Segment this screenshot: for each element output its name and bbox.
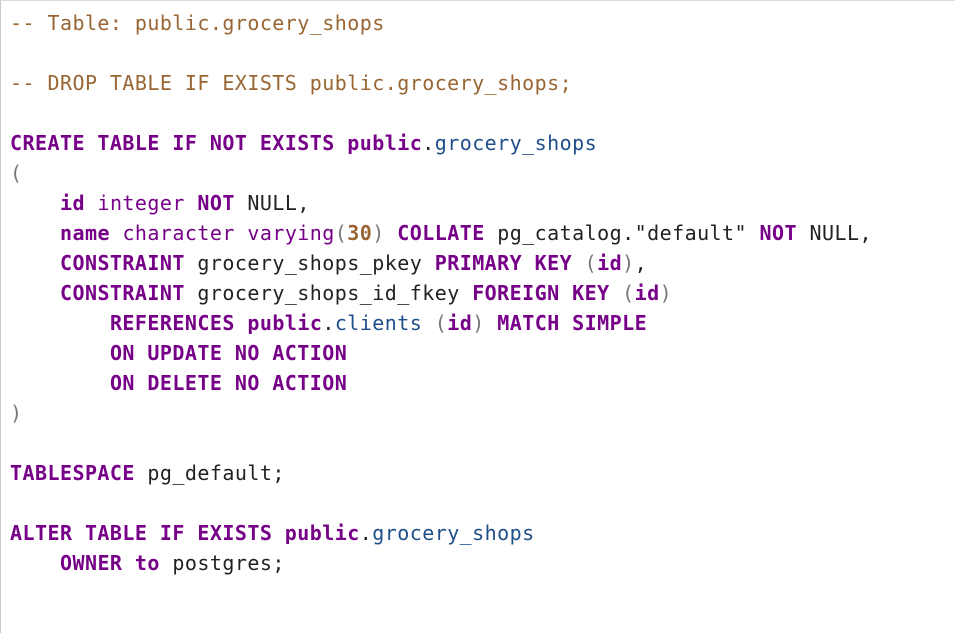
code-token-keyword: CONSTRAINT xyxy=(59,281,185,305)
code-token-name: clients xyxy=(334,311,423,335)
code-line[interactable]: ON UPDATE NO ACTION xyxy=(10,338,872,368)
code-token-keyword: CREATE TABLE IF NOT EXISTS public xyxy=(10,131,423,155)
code-token-bracket: ( xyxy=(622,281,635,305)
code-line[interactable]: ​ xyxy=(10,488,872,518)
code-token-plain: pg_catalog."default" xyxy=(484,221,760,245)
code-token-name: grocery_shops xyxy=(434,131,598,155)
code-token-bracket: ) xyxy=(659,281,673,305)
code-token-bracket: ) xyxy=(10,401,23,425)
code-token-plain: grocery_shops_id_fkey xyxy=(184,281,473,305)
code-token-keyword: MATCH SIMPLE xyxy=(497,311,648,335)
code-line[interactable]: name character varying(30) COLLATE pg_ca… xyxy=(10,218,872,248)
code-token-bracket: ( xyxy=(334,221,348,245)
code-token-comment: -- Table: public.grocery_shops xyxy=(10,11,385,35)
code-line[interactable]: ​ xyxy=(10,428,872,458)
code-token-keyword: PRIMARY KEY xyxy=(434,251,573,275)
code-token-keyword: public xyxy=(247,311,323,335)
code-token-bracket: ( xyxy=(10,161,23,185)
code-token-type: integer xyxy=(97,191,185,215)
code-line[interactable]: CONSTRAINT grocery_shops_pkey PRIMARY KE… xyxy=(10,248,872,278)
code-token-plain: , xyxy=(634,251,648,275)
code-line[interactable]: TABLESPACE pg_default; xyxy=(10,458,872,488)
code-token-keyword: NOT xyxy=(197,191,235,215)
code-token-keyword: name xyxy=(59,221,110,245)
code-line[interactable]: ) xyxy=(10,398,872,428)
code-content[interactable]: -- Table: public.grocery_shops ​ -- DROP T… xyxy=(10,8,872,578)
code-token-plain: . xyxy=(422,131,435,155)
code-line[interactable]: ALTER TABLE IF EXISTS public.grocery_sho… xyxy=(10,518,872,548)
code-line[interactable]: OWNER to postgres; xyxy=(10,548,872,578)
code-token-keyword: NOT xyxy=(759,221,798,245)
code-token-keyword: id xyxy=(59,191,85,215)
code-token-name: grocery_shops xyxy=(372,521,535,545)
code-token-keyword: id xyxy=(597,251,623,275)
code-token-keyword: id xyxy=(634,281,660,305)
code-token-bracket: ) xyxy=(472,311,485,335)
code-token-plain: NULL, xyxy=(797,221,872,245)
code-token-keyword: id xyxy=(447,311,473,335)
code-token-comment: -- DROP TABLE IF EXISTS public.grocery_s… xyxy=(10,71,573,95)
code-token-bracket: ) xyxy=(372,221,385,245)
code-token-keyword: ON DELETE NO ACTION xyxy=(109,371,348,395)
code-token-plain: . xyxy=(359,521,373,545)
code-token-plain: NULL, xyxy=(234,191,310,215)
code-token-keyword: CONSTRAINT xyxy=(59,251,185,275)
code-line[interactable]: -- DROP TABLE IF EXISTS public.grocery_s… xyxy=(10,68,872,98)
code-token-keyword: OWNER to xyxy=(59,551,160,575)
code-token-keyword: FOREIGN KEY xyxy=(472,281,610,305)
code-token-keyword: REFERENCES xyxy=(109,311,235,335)
code-line[interactable]: ON DELETE NO ACTION xyxy=(10,368,872,398)
code-token-plain: grocery_shops_pkey xyxy=(184,251,435,275)
code-token-plain: . xyxy=(322,311,335,335)
sql-editor[interactable]: -- Table: public.grocery_shops ​ -- DROP T… xyxy=(0,0,955,633)
code-line[interactable]: CONSTRAINT grocery_shops_id_fkey FOREIGN… xyxy=(10,278,872,308)
code-token-bracket: ( xyxy=(434,311,448,335)
code-token-bracket: ) xyxy=(622,251,635,275)
code-token-number: 30 xyxy=(347,221,373,245)
code-line[interactable]: ​ xyxy=(10,98,872,128)
code-token-keyword: ON UPDATE NO ACTION xyxy=(109,341,348,365)
code-line[interactable]: REFERENCES public.clients (id) MATCH SIM… xyxy=(10,308,872,338)
code-token-keyword: ALTER TABLE IF EXISTS public xyxy=(10,521,360,545)
code-line[interactable]: CREATE TABLE IF NOT EXISTS public.grocer… xyxy=(10,128,872,158)
code-line[interactable]: ( xyxy=(10,158,872,188)
code-token-type: character varying xyxy=(122,221,335,245)
code-line[interactable]: ​ xyxy=(10,38,872,68)
code-token-plain: pg_default; xyxy=(134,461,285,485)
code-token-plain: postgres; xyxy=(159,551,285,575)
code-line[interactable]: -- Table: public.grocery_shops xyxy=(10,8,872,38)
code-token-bracket: ( xyxy=(584,251,598,275)
code-line[interactable]: id integer NOT NULL, xyxy=(10,188,872,218)
code-token-keyword: TABLESPACE xyxy=(10,461,135,485)
code-token-keyword: COLLATE xyxy=(397,221,485,245)
